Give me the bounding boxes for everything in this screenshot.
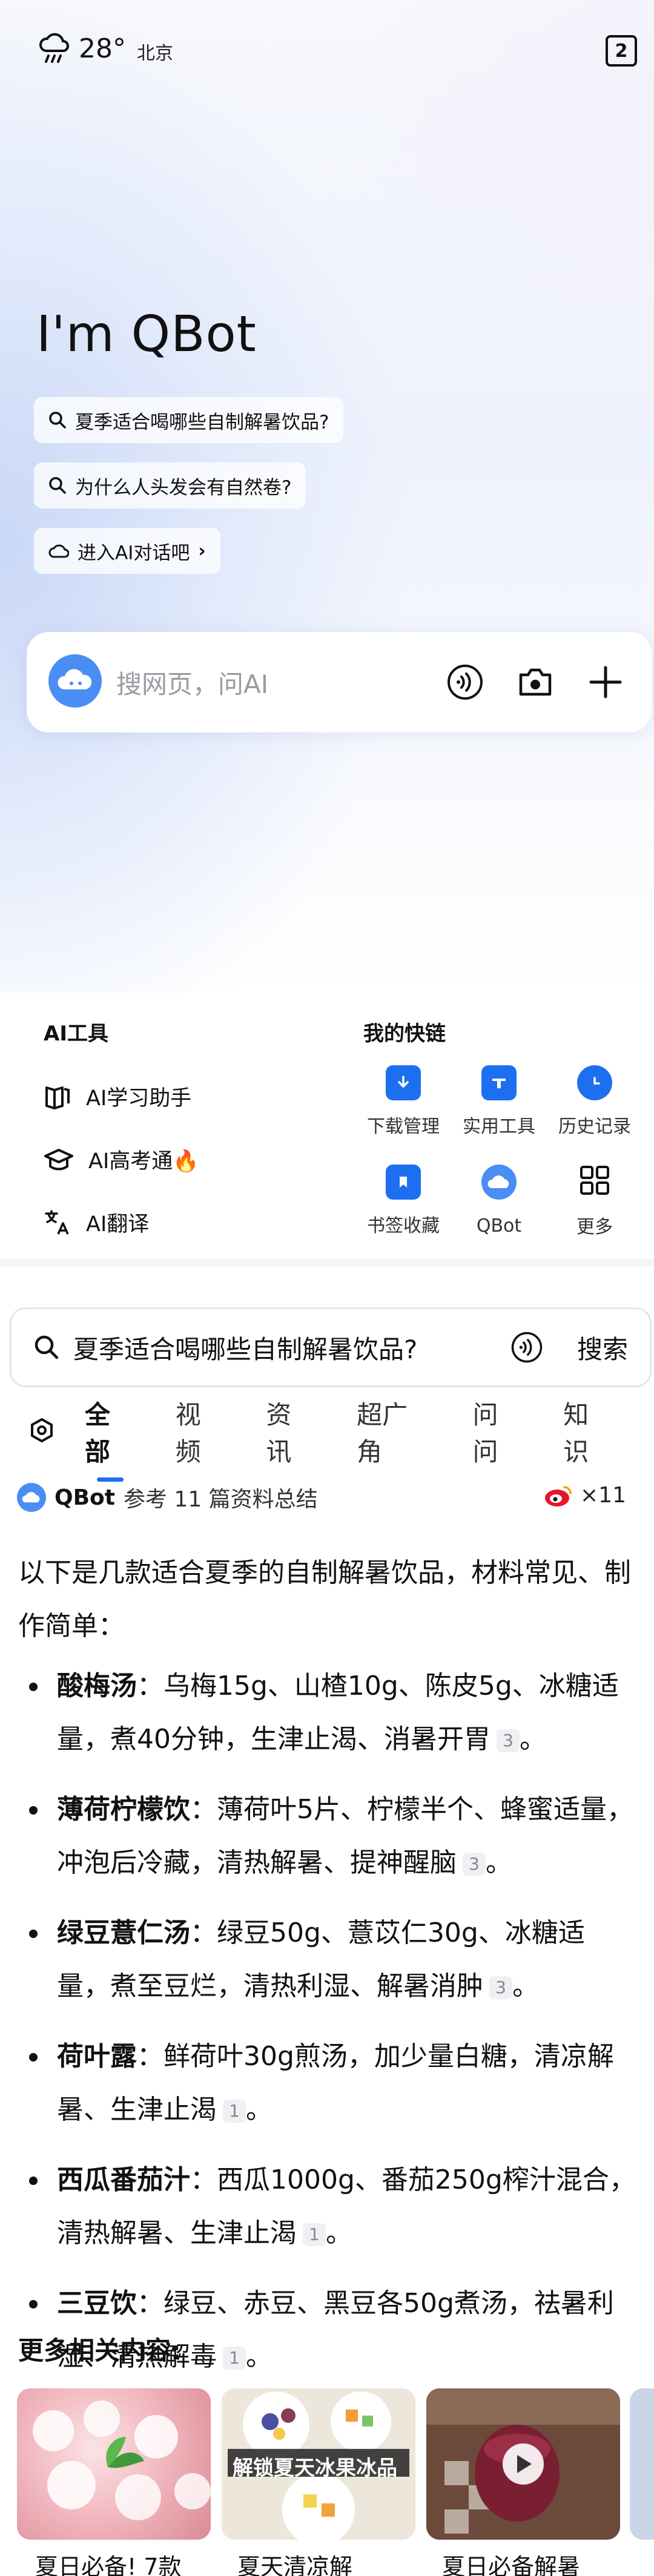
- tab-knowledge[interactable]: 知识: [563, 1395, 614, 1468]
- list-item: 绿豆薏仁汤：绿豆50g、薏苡仁30g、冰糖适量，煮至豆烂，清热利湿、解暑消肿 3。: [18, 1907, 636, 2013]
- answer-list: 酸梅汤：乌梅15g、山楂10g、陈皮5g、冰糖适量，煮40分钟，生津止渴、消暑开…: [18, 1660, 636, 2384]
- quick-link-history[interactable]: 历史记录: [546, 1065, 643, 1138]
- suggestion-text-1: 夏季适合喝哪些自制解暑饮品?: [75, 411, 329, 433]
- qbot-icon: [481, 1165, 517, 1204]
- tab-count-button[interactable]: 2: [606, 35, 637, 67]
- search-icon: [49, 412, 66, 429]
- voice-icon: [448, 665, 483, 700]
- suggestion-chip-2[interactable]: 为什么人头发会有自然卷?: [34, 462, 306, 508]
- tab-all[interactable]: 全部: [85, 1395, 136, 1468]
- citation-badge[interactable]: 3: [463, 1853, 486, 1876]
- answer-intro: 以下是几款适合夏季的自制解暑饮品，材料常见、制作简单：: [18, 1557, 631, 1641]
- section-divider: [0, 1259, 654, 1266]
- quick-links-title: 我的快链: [363, 1022, 446, 1046]
- search-input[interactable]: 搜网页，问AI: [116, 664, 419, 701]
- tab-ask[interactable]: 问问: [473, 1395, 524, 1468]
- ai-tool-label: AI学习助手: [86, 1086, 192, 1111]
- card-thumbnail: [426, 2388, 620, 2540]
- search-icon: [49, 477, 66, 494]
- source-name: QBot: [54, 1485, 115, 1510]
- citation-badge[interactable]: 3: [497, 1729, 520, 1752]
- source-text: 参考 11 篇资料总结: [123, 1487, 318, 1512]
- graduation-cap-icon: [44, 1148, 73, 1170]
- weather-widget[interactable]: 28° 北京: [38, 29, 173, 68]
- plus-icon: [589, 666, 622, 698]
- page-title: I'm QBot: [36, 306, 257, 363]
- related-card-3[interactable]: [426, 2388, 620, 2540]
- settings-icon[interactable]: [29, 1418, 54, 1445]
- ai-tool-label: AI高考通🔥: [88, 1149, 199, 1174]
- related-card-2[interactable]: 解锁夏天冰果冰品: [222, 2388, 415, 2540]
- city: 北京: [137, 43, 173, 64]
- ai-tool-label: AI翻译: [86, 1212, 150, 1237]
- suggestion-text-2: 为什么人头发会有自然卷?: [75, 476, 292, 499]
- citation-badge[interactable]: 3: [489, 1976, 512, 1999]
- ai-tool-translate[interactable]: AI翻译: [44, 1207, 149, 1238]
- related-card-1[interactable]: [17, 2388, 211, 2540]
- list-item: 酸梅汤：乌梅15g、山楂10g、陈皮5g、冰糖适量，煮40分钟，生津止渴、消暑开…: [18, 1660, 636, 1766]
- qbot-logo-icon: [48, 654, 102, 710]
- weibo-icon: [545, 1485, 572, 1506]
- quick-link-qbot[interactable]: QBot: [451, 1165, 547, 1237]
- camera-button[interactable]: [511, 658, 560, 706]
- citation-badge[interactable]: 1: [223, 2347, 246, 2370]
- citation-badge[interactable]: 1: [223, 2100, 246, 2123]
- card-caption-3: 夏日必备解暑: [442, 2554, 581, 2576]
- source-count: ×11: [580, 1483, 626, 1508]
- result-tabs: 全部 视频 资讯 超广角 问问 知识: [0, 1400, 654, 1467]
- answer-source[interactable]: QBot 参考 11 篇资料总结: [17, 1482, 318, 1513]
- quick-link-tools[interactable]: 实用工具: [451, 1065, 547, 1138]
- ai-chat-link[interactable]: 进入AI对话吧 ›: [34, 528, 220, 574]
- citation-badge[interactable]: 1: [303, 2223, 326, 2246]
- bookmark-icon: [386, 1165, 421, 1200]
- cloud-icon: [48, 544, 69, 558]
- source-count-badge[interactable]: ×11: [544, 1483, 626, 1508]
- query-text[interactable]: 夏季适合喝哪些自制解暑饮品?: [73, 1329, 510, 1366]
- download-icon: [386, 1065, 421, 1100]
- qbot-logo-icon: [17, 1483, 46, 1512]
- chevron-right-icon: ›: [198, 540, 206, 562]
- quick-link-bookmarks[interactable]: 书签收藏: [355, 1165, 452, 1237]
- list-item: 荷叶露：鲜荷叶30g煎汤，加少量白糖，清凉解暑、生津止渴 1。: [18, 2030, 636, 2137]
- suggestion-chip-1[interactable]: 夏季适合喝哪些自制解暑饮品?: [34, 397, 344, 443]
- card-thumbnail: [33, 2400, 211, 2520]
- list-item: 西瓜番茄汁：西瓜1000g、番茄250g榨汁混合，清热解暑、生津止渴 1。: [18, 2154, 636, 2260]
- grid-icon: [579, 1165, 610, 1201]
- search-icon: [35, 1335, 59, 1359]
- ai-tool-study[interactable]: AI学习助手: [44, 1081, 191, 1112]
- ai-chat-label: 进入AI对话吧: [78, 542, 190, 564]
- related-card-4-partial[interactable]: [630, 2388, 654, 2540]
- quick-link-downloads[interactable]: 下载管理: [355, 1065, 452, 1138]
- clock-icon: [577, 1065, 612, 1100]
- ai-tool-gaokao[interactable]: AI高考通🔥: [44, 1144, 199, 1175]
- voice-icon[interactable]: [510, 1331, 543, 1364]
- quick-link-more[interactable]: 更多: [546, 1165, 643, 1238]
- camera-icon: [519, 668, 552, 696]
- list-item: 薄荷柠檬饮：薄荷叶5片、柠檬半个、蜂蜜适量，冲泡后冷藏，清热解暑、提神醒脑 3。: [18, 1783, 636, 1890]
- translate-icon: [45, 1209, 69, 1235]
- ai-tools-title: AI工具: [44, 1022, 108, 1046]
- query-bar[interactable]: 夏季适合喝哪些自制解暑饮品? 搜索: [10, 1307, 652, 1387]
- book-icon: [45, 1086, 70, 1109]
- cloud-rain-icon: [38, 29, 71, 68]
- voice-button[interactable]: [441, 658, 489, 706]
- card-caption-2: 夏天清凉解: [237, 2554, 353, 2576]
- temperature: 28°: [79, 33, 126, 64]
- tab-video[interactable]: 视频: [176, 1395, 226, 1468]
- more-title: 更多相关内容:: [18, 2336, 181, 2365]
- tab-wide[interactable]: 超广角: [357, 1395, 433, 1468]
- search-box[interactable]: 搜网页，问AI: [27, 632, 652, 732]
- add-button[interactable]: [581, 658, 630, 706]
- toolbox-icon: [481, 1065, 517, 1100]
- card-caption-1: 夏日必备! 7款: [35, 2554, 182, 2576]
- search-button[interactable]: 搜索: [577, 1329, 628, 1366]
- card-overlay-text: 解锁夏天冰果冰品: [233, 2456, 397, 2480]
- tab-news[interactable]: 资讯: [266, 1395, 317, 1468]
